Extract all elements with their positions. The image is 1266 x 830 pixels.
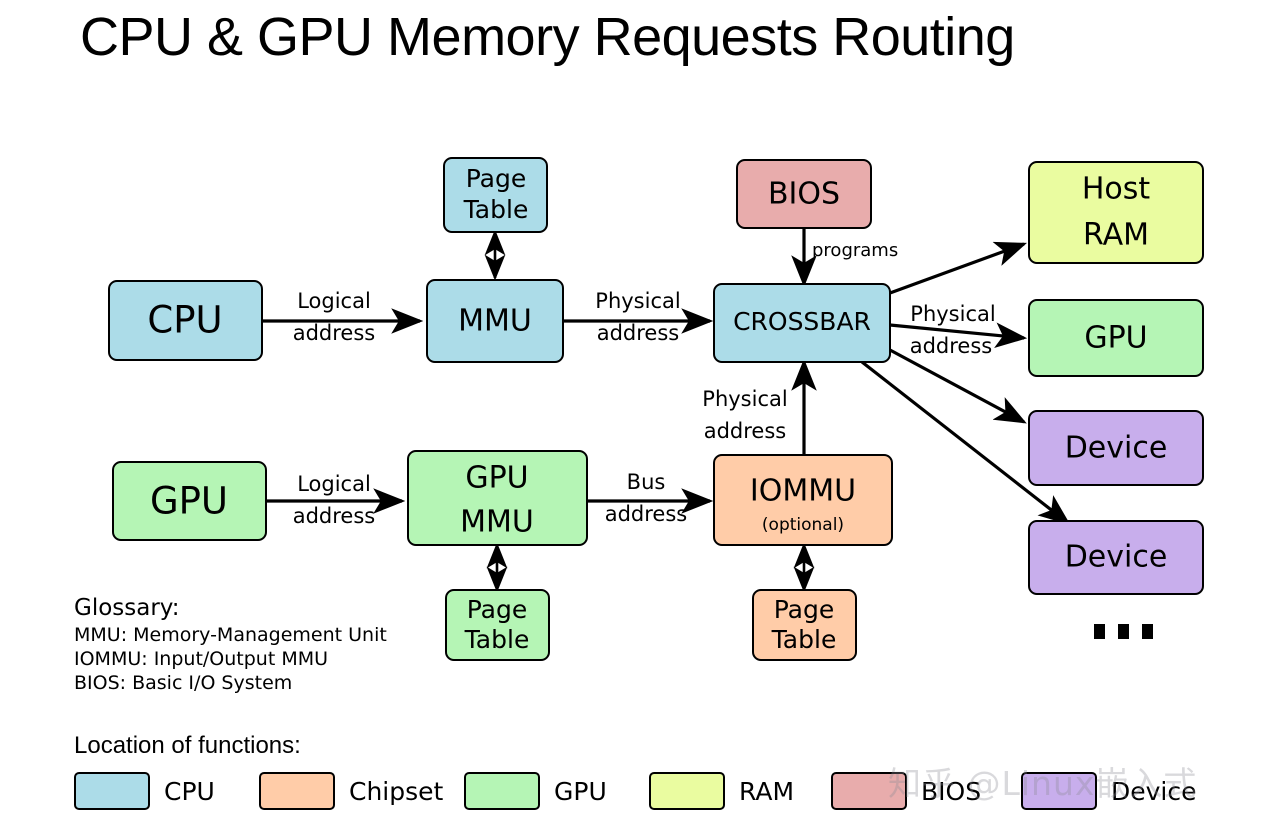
legend-item-device: Device xyxy=(1021,772,1197,810)
legend-item-ram: RAM xyxy=(649,772,831,810)
node-cpu[interactable]: CPU xyxy=(108,280,263,361)
node-page-table-iommu-line1: Page xyxy=(774,595,835,624)
node-host-ram-line1: Host xyxy=(1082,172,1151,207)
node-page-table-gpu[interactable]: Page Table xyxy=(445,589,550,661)
legend-item-gpu: GPU xyxy=(464,772,649,810)
node-mmu[interactable]: MMU xyxy=(426,279,564,363)
node-device-2[interactable]: Device xyxy=(1028,520,1204,595)
legend-swatch-device xyxy=(1021,772,1097,810)
node-device-1[interactable]: Device xyxy=(1028,410,1204,486)
node-device-1-label: Device xyxy=(1065,431,1168,466)
edge-label-cpu-to-mmu-line2: address xyxy=(293,321,376,345)
node-host-ram[interactable]: Host RAM xyxy=(1028,161,1204,264)
node-iommu[interactable]: IOMMU (optional) xyxy=(713,454,893,546)
legend-item-chipset: Chipset xyxy=(259,772,464,810)
edge-label-crossbar-out-line2: address xyxy=(910,334,993,358)
diagram-canvas: CPU & GPU Memory Requests Routing CPU Pa… xyxy=(0,0,1266,830)
node-gpu-mmu[interactable]: GPU MMU xyxy=(407,450,588,546)
node-crossbar[interactable]: CROSSBAR xyxy=(713,283,891,363)
node-page-table-iommu-line2: Table xyxy=(771,625,837,654)
glossary-line-mmu: MMU: Memory-Management Unit xyxy=(74,624,387,646)
edge-label-iommu-to-crossbar-line2: address xyxy=(704,419,787,443)
node-page-table-gpu-line1: Page xyxy=(467,595,528,624)
edge-label-gpu-to-gpummu-line1: Logical xyxy=(297,472,371,496)
edge-label-gpu-to-gpummu-line2: address xyxy=(293,504,376,528)
node-gpu-mmu-line1: GPU xyxy=(465,461,528,496)
legend-swatch-cpu xyxy=(74,772,150,810)
edge-label-crossbar-out-line1: Physical xyxy=(910,302,995,326)
node-page-table-iommu[interactable]: Page Table xyxy=(752,589,857,661)
node-gpu-right-label: GPU xyxy=(1084,321,1147,356)
edge-label-mmu-to-crossbar-line2: address xyxy=(597,321,680,345)
glossary-line-bios: BIOS: Basic I/O System xyxy=(74,672,293,694)
ellipsis-more-devices xyxy=(1094,624,1153,639)
node-cpu-label: CPU xyxy=(147,299,222,342)
edge-label-bios-to-crossbar: programs xyxy=(812,240,898,261)
edge-label-cpu-to-mmu-line1: Logical xyxy=(297,289,371,313)
memory-routing-diagram: CPU Page Table MMU BIOS CROSSBAR Host RA… xyxy=(108,157,1204,661)
node-mmu-label: MMU xyxy=(458,304,532,339)
node-gpu-left[interactable]: GPU xyxy=(112,461,267,541)
glossary-line-iommu: IOMMU: Input/Output MMU xyxy=(74,648,329,670)
node-gpu-left-label: GPU xyxy=(150,480,228,523)
legend-label-ram: RAM xyxy=(739,776,795,806)
node-bios-label: BIOS xyxy=(768,177,840,212)
node-gpu-mmu-line2: MMU xyxy=(460,505,534,540)
node-page-table-cpu[interactable]: Page Table xyxy=(443,157,548,233)
node-bios[interactable]: BIOS xyxy=(736,159,872,229)
node-page-table-gpu-line2: Table xyxy=(464,625,530,654)
node-crossbar-label: CROSSBAR xyxy=(733,307,871,336)
node-gpu-right[interactable]: GPU xyxy=(1028,299,1204,377)
edge-label-gpummu-to-iommu-line1: Bus xyxy=(627,470,666,494)
legend-heading: Location of functions: xyxy=(74,732,301,759)
legend-swatch-chipset xyxy=(259,772,335,810)
glossary: Glossary: MMU: Memory-Management Unit IO… xyxy=(74,594,387,695)
node-page-table-cpu-line2: Table xyxy=(463,195,529,224)
edge-crossbar-to-host-ram xyxy=(889,241,1028,295)
node-page-table-cpu-line1: Page xyxy=(466,164,527,193)
edge-label-mmu-to-crossbar-line1: Physical xyxy=(595,289,680,313)
legend-label-gpu: GPU xyxy=(554,776,607,806)
node-iommu-label: IOMMU xyxy=(750,474,856,509)
legend: CPU Chipset GPU RAM BIOS Device xyxy=(74,772,1234,810)
legend-swatch-ram xyxy=(649,772,725,810)
edge-label-gpummu-to-iommu-line2: address xyxy=(605,502,688,526)
node-iommu-sublabel: (optional) xyxy=(762,515,844,535)
legend-swatch-gpu xyxy=(464,772,540,810)
node-device-2-label: Device xyxy=(1065,540,1168,575)
legend-label-cpu: CPU xyxy=(164,776,215,806)
node-host-ram-line2: RAM xyxy=(1083,218,1149,253)
edge-crossbar-to-device-1 xyxy=(889,348,1027,424)
legend-item-cpu: CPU xyxy=(74,772,259,810)
legend-label-device: Device xyxy=(1111,776,1197,806)
legend-label-bios: BIOS xyxy=(921,776,982,806)
legend-swatch-bios xyxy=(831,772,907,810)
glossary-heading: Glossary: xyxy=(74,595,180,621)
edge-label-iommu-to-crossbar-line1: Physical xyxy=(702,387,787,411)
legend-item-bios: BIOS xyxy=(831,772,1021,810)
legend-label-chipset: Chipset xyxy=(349,776,444,806)
